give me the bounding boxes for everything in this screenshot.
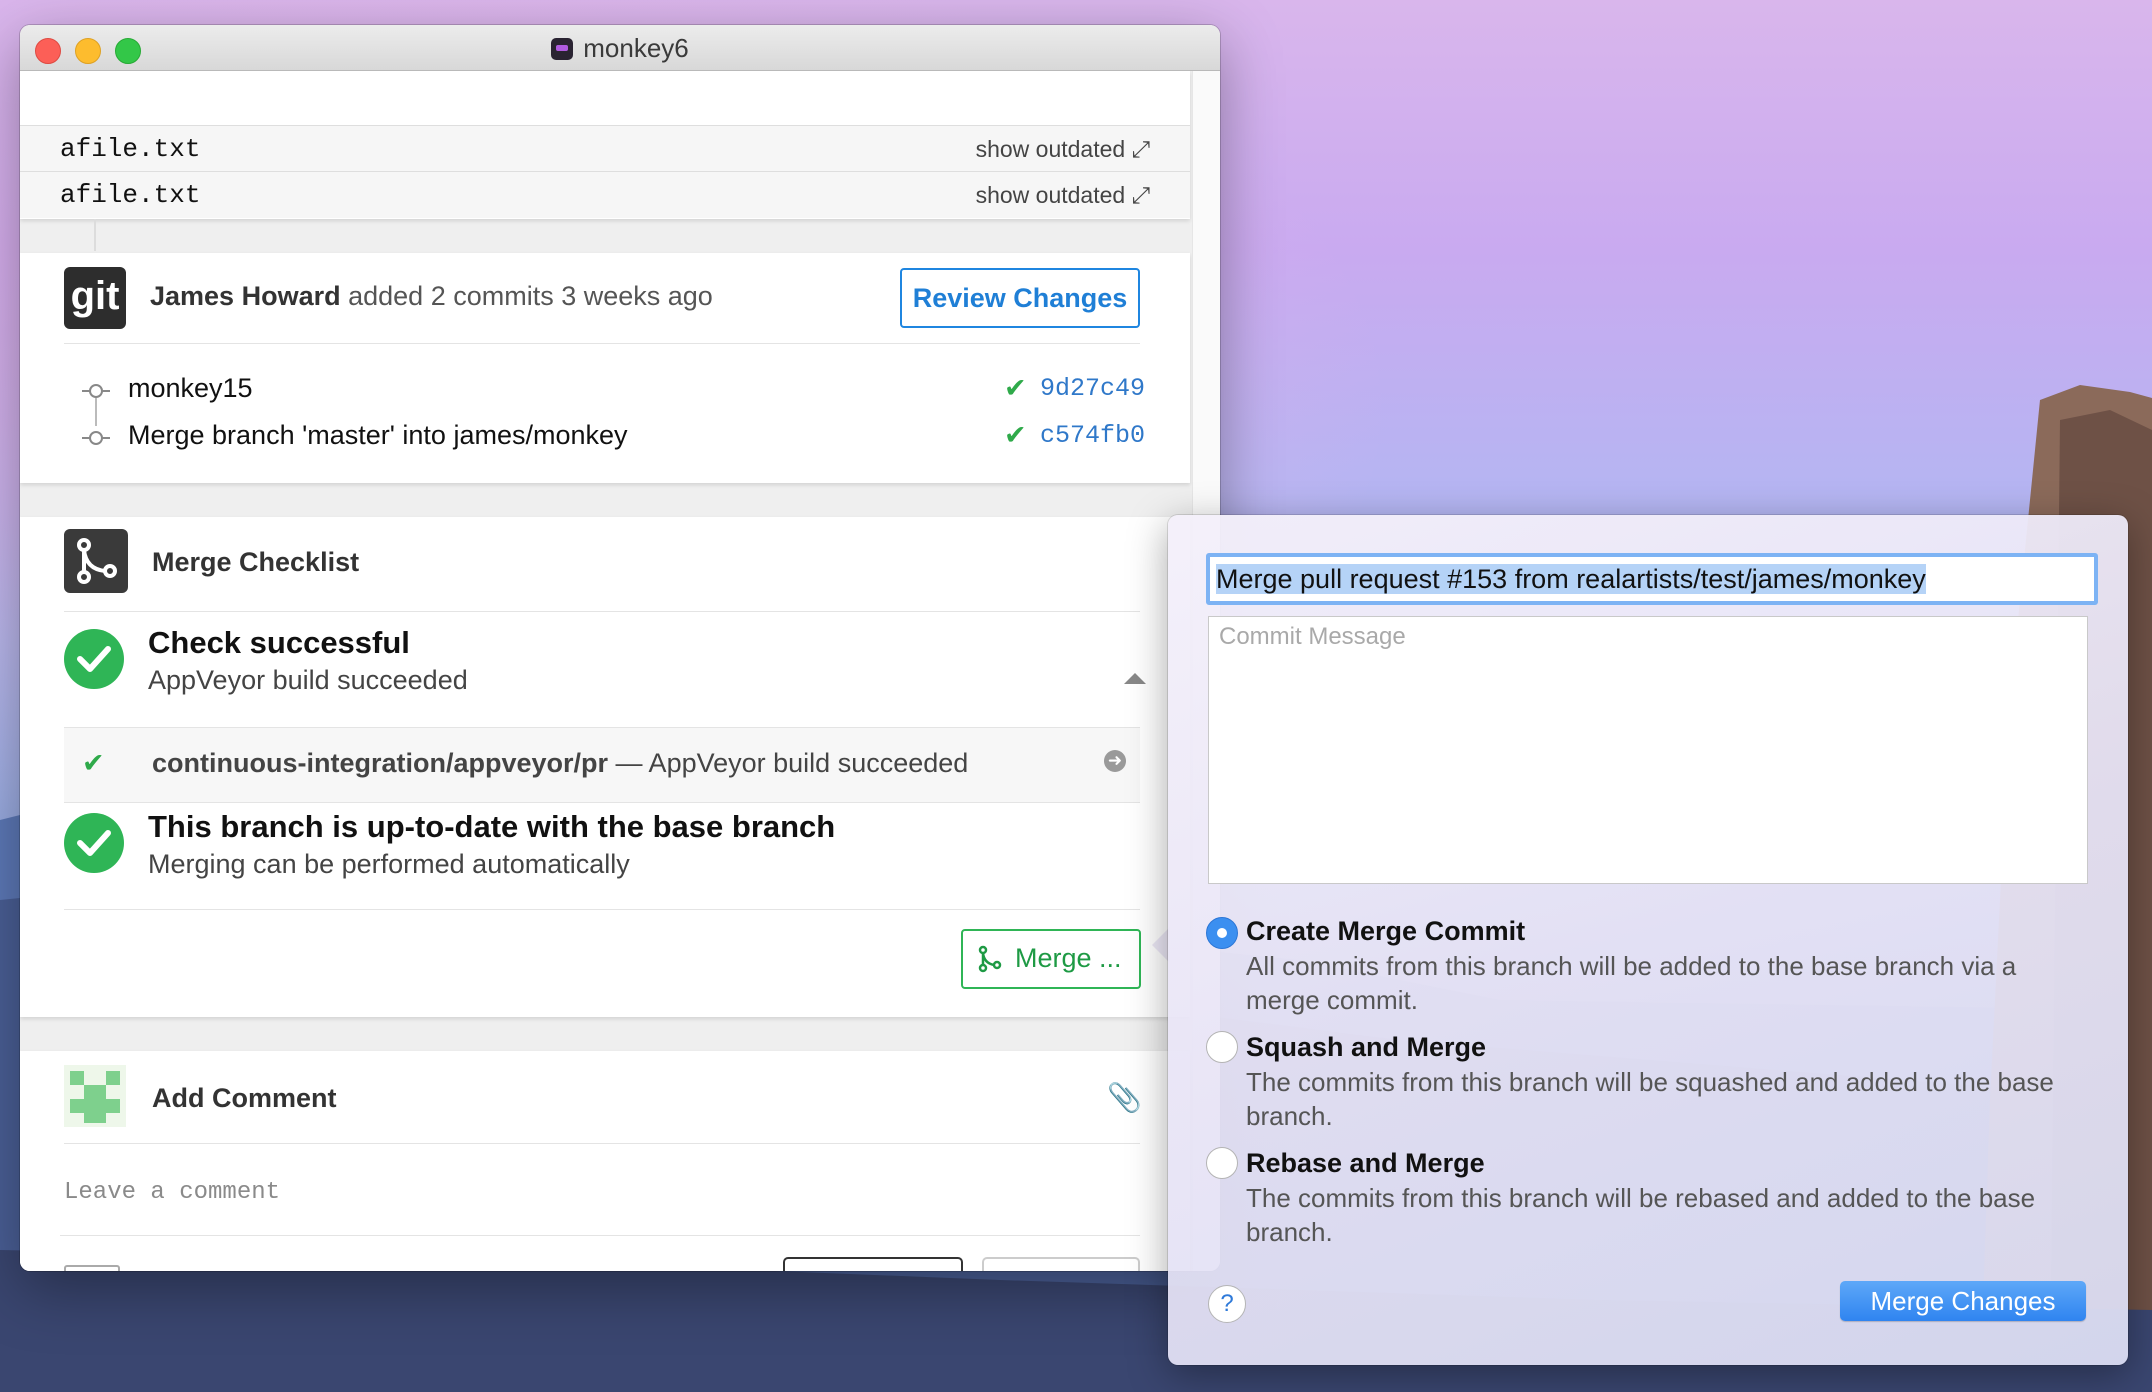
show-outdated-link[interactable]: show outdated ⤢ [976, 182, 1150, 209]
add-comment-card: Add Comment 📎 Leave a comment M↓ Close I… [20, 1051, 1190, 1271]
window-title: monkey6 [20, 33, 1220, 64]
merge-title-input[interactable]: Merge pull request #153 from realartists… [1206, 553, 2098, 605]
file-row: afile.txt show outdated ⤢ [20, 125, 1190, 172]
commit-message-textarea[interactable]: Commit Message [1208, 616, 2088, 884]
merge-button-label: Merge ... [1015, 943, 1122, 973]
merge-checklist-title: Merge Checklist [152, 547, 360, 577]
status-context-desc: — AppVeyor build succeeded [615, 748, 969, 778]
merge-checklist-card: Merge Checklist Check successful AppVeyo… [20, 517, 1190, 1017]
comment-button[interactable]: Comment [982, 1257, 1140, 1271]
close-issue-button[interactable]: Close Issue [783, 1257, 963, 1271]
file-name: afile.txt [60, 134, 201, 164]
expand-icon: ⤢ [1131, 136, 1150, 162]
option-title-squash-and-merge[interactable]: Squash and Merge [1246, 1032, 1486, 1063]
option-desc-create-merge-commit: All commits from this branch will be add… [1246, 951, 2017, 1015]
status-context-row[interactable]: ✔ continuous-integration/appveyor/pr — A… [64, 727, 1140, 803]
commit-message-placeholder: Commit Message [1219, 623, 1406, 650]
outdated-files-card: afile.txt show outdated ⤢ afile.txt show… [20, 71, 1190, 219]
title-bar: monkey6 [20, 25, 1220, 71]
commit-sha[interactable]: c574fb0 [1040, 421, 1145, 450]
help-button[interactable]: ? [1208, 1285, 1246, 1323]
merge-branch-icon [978, 945, 1002, 973]
file-name: afile.txt [60, 180, 201, 210]
option-desc-rebase-and-merge: The commits from this branch will be reb… [1246, 1183, 2036, 1247]
main-window: monkey6 afile.txt show outdated ⤢ afile.… [20, 25, 1220, 1271]
check-icon: ✔ [1004, 373, 1027, 403]
timeline-connector [94, 219, 96, 251]
collapse-caret-icon[interactable] [1124, 673, 1146, 684]
merge-icon [64, 529, 128, 593]
review-changes-button[interactable]: Review Changes [900, 268, 1140, 328]
show-outdated-link[interactable]: show outdated ⤢ [976, 136, 1150, 163]
commit-message[interactable]: monkey15 [128, 373, 253, 404]
branch-status-subtitle: Merging can be performed automatically [148, 849, 630, 879]
divider [60, 1235, 1140, 1236]
divider [64, 611, 1140, 612]
commits-event-card: git James Howard added 2 commits 3 weeks… [20, 253, 1190, 483]
attach-paperclip-icon[interactable]: 📎 [1107, 1081, 1142, 1114]
branch-status-title: This branch is up-to-date with the base … [148, 809, 836, 844]
option-desc-squash-and-merge: The commits from this branch will be squ… [1246, 1067, 2054, 1131]
add-comment-title: Add Comment [152, 1083, 337, 1113]
check-icon: ✔ [82, 748, 105, 778]
option-title-rebase-and-merge[interactable]: Rebase and Merge [1246, 1148, 1485, 1179]
merge-button[interactable]: Merge ... [961, 929, 1141, 989]
merge-popover: Merge pull request #153 from realartists… [1168, 515, 2128, 1365]
commit-node-icon [89, 384, 103, 398]
git-avatar: git [64, 267, 126, 329]
commit-graph-line [95, 398, 97, 426]
app-icon [551, 38, 574, 60]
divider [64, 1143, 1140, 1144]
radio-create-merge-commit[interactable] [1206, 917, 1238, 949]
user-avatar [64, 1065, 126, 1127]
commit-sha[interactable]: 9d27c49 [1040, 374, 1145, 403]
divider [64, 343, 1140, 344]
commit-node-icon [89, 431, 103, 445]
status-context-name: continuous-integration/appveyor/pr [152, 748, 609, 778]
markdown-icon: M↓ [64, 1265, 120, 1271]
file-row: afile.txt show outdated ⤢ [20, 171, 1190, 218]
commit-event-header: James Howard added 2 commits 3 weeks ago [150, 281, 713, 312]
check-success-icon [64, 629, 124, 689]
radio-squash-and-merge[interactable] [1206, 1031, 1238, 1063]
check-status-title: Check successful [148, 625, 410, 660]
author-name[interactable]: James Howard [150, 281, 341, 311]
comment-input[interactable]: Leave a comment [64, 1179, 280, 1206]
check-status-subtitle: AppVeyor build succeeded [148, 665, 468, 695]
divider [64, 909, 1140, 910]
commit-event-action: added 2 commits 3 weeks ago [348, 281, 713, 311]
expand-icon: ⤢ [1131, 182, 1150, 208]
merge-changes-button[interactable]: Merge Changes [1840, 1281, 2086, 1321]
option-title-create-merge-commit[interactable]: Create Merge Commit [1246, 916, 1525, 947]
issue-timeline[interactable]: afile.txt show outdated ⤢ afile.txt show… [20, 71, 1192, 1271]
branch-uptodate-icon [64, 813, 124, 873]
check-icon: ✔ [1004, 420, 1027, 450]
details-arrow-icon[interactable]: ➜ [1104, 750, 1126, 772]
commit-message[interactable]: Merge branch 'master' into james/monkey [128, 420, 628, 451]
radio-rebase-and-merge[interactable] [1206, 1147, 1238, 1179]
